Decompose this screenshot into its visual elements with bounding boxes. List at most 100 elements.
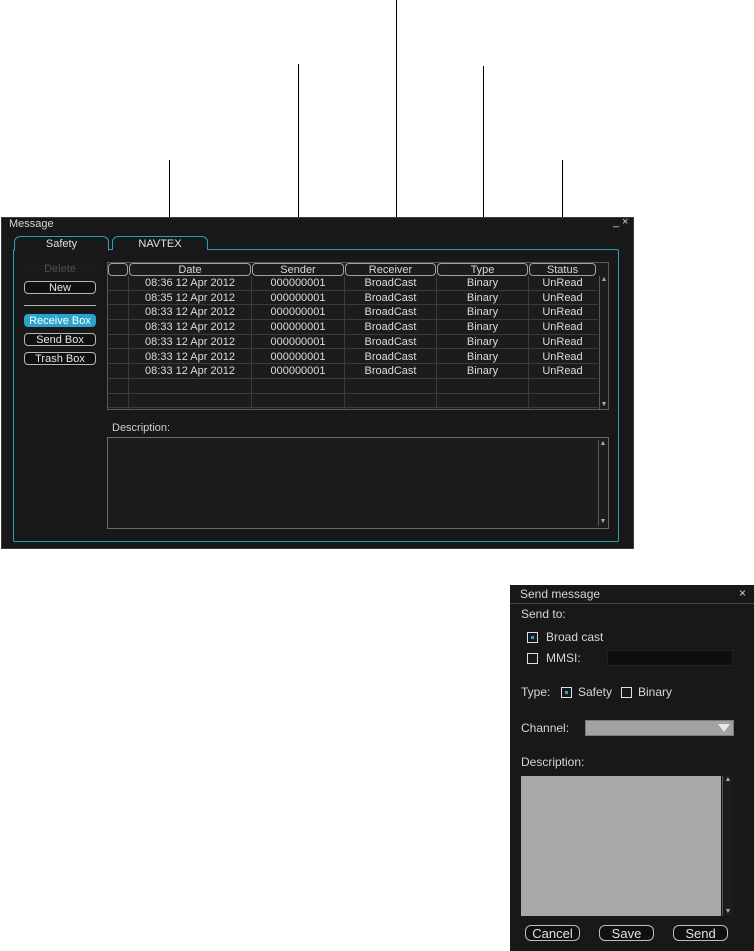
mmsi-checkbox[interactable] [527,653,538,664]
table-row[interactable]: 08:33 12 Apr 2012 000000001 BroadCast Binar… [108,320,598,335]
cell-date: 08:33 12 Apr 2012 [145,350,235,363]
safety-checkbox[interactable] [561,687,572,698]
description-label: Description: [112,422,171,434]
cell-date: 08:33 12 Apr 2012 [145,365,235,378]
message-table: Date Sender Receiver Type Status 08:36 1… [107,262,609,410]
cancel-button[interactable]: Cancel [525,925,580,941]
cell-date: 08:33 12 Apr 2012 [145,335,235,348]
cell-receiver: BroadCast [364,291,417,304]
scroll-down-icon[interactable]: ▼ [723,908,733,916]
cell-sender: 000000001 [270,306,326,319]
check-indicator-icon [531,636,534,639]
table-row[interactable] [108,394,598,409]
save-button[interactable]: Save [599,925,654,941]
cell-sender: 000000001 [270,365,326,378]
cell-type: Binary [466,335,499,348]
cell-receiver: BroadCast [364,306,417,319]
broadcast-label: Broad cast [546,630,604,644]
cell-receiver: BroadCast [364,321,417,334]
table-row[interactable]: 08:35 12 Apr 2012 000000001 BroadCast Binar… [108,291,598,306]
close-icon[interactable]: × [622,216,628,228]
scroll-down-icon[interactable]: ▼ [599,518,607,526]
cell-date: 08:35 12 Apr 2012 [145,291,235,304]
cell-status: UnRead [542,277,583,289]
delete-button[interactable]: Delete [24,262,96,275]
scroll-up-icon[interactable]: ▲ [600,276,608,284]
tab-navtex-label: NAVTEX [138,238,182,250]
safety-label: Safety [578,685,613,699]
close-icon[interactable]: × [739,586,746,600]
binary-label: Binary [638,685,673,699]
divider [24,305,96,306]
column-header-date[interactable]: Date [129,263,251,276]
cell-type: Binary [466,277,499,289]
type-label: Type: [521,685,551,699]
scroll-up-icon[interactable]: ▲ [723,776,733,784]
trash-box-button[interactable]: Trash Box [24,352,96,365]
table-row[interactable]: 08:33 12 Apr 2012 000000001 BroadCast Binar… [108,335,598,350]
cell-receiver: BroadCast [364,350,417,363]
column-header-status[interactable]: Status [529,263,596,276]
cell-status: UnRead [542,291,583,304]
tab-safety-label: Safety [45,238,78,250]
cell-sender: 000000001 [270,277,326,289]
cell-date: 08:33 12 Apr 2012 [145,321,235,334]
receive-box-button[interactable]: Receive Box [24,314,96,327]
send-to-label: Send to: [521,607,566,621]
window-title: Message [9,218,54,230]
description-label: Description: [521,755,585,769]
send-button[interactable]: Send [673,925,728,941]
cell-receiver: BroadCast [364,365,417,378]
table-row[interactable]: 08:33 12 Apr 2012 000000001 BroadCast Binar… [108,305,598,321]
send-message-dialog: Send message × Send to: Broad cast MMSI:… [510,585,754,951]
cell-sender: 000000001 [270,321,326,334]
send-box-button[interactable]: Send Box [24,333,96,346]
table-scrollbar[interactable]: ▲ ▼ [599,276,607,409]
scroll-up-icon[interactable]: ▲ [599,440,607,448]
channel-dropdown[interactable] [585,720,734,736]
column-header-type[interactable]: Type [437,263,528,276]
cell-date: 08:33 12 Apr 2012 [145,306,235,319]
description-scrollbar[interactable]: ▲ ▼ [598,440,606,526]
cell-status: UnRead [542,365,583,378]
cell-status: UnRead [542,335,583,348]
tab-navtex[interactable]: NAVTEX [112,236,208,250]
minimize-icon[interactable]: _ [613,216,619,228]
new-button[interactable]: New [24,281,96,294]
table-row[interactable]: 08:33 12 Apr 2012 000000001 BroadCast Binar… [108,364,598,379]
cell-status: UnRead [542,306,583,319]
cell-receiver: BroadCast [364,335,417,348]
tab-safety[interactable]: Safety [14,236,109,251]
channel-label: Channel: [521,721,570,735]
cell-sender: 000000001 [270,291,326,304]
broadcast-checkbox[interactable] [527,632,538,643]
table-row[interactable]: 08:36 12 Apr 2012 000000001 BroadCast Binar… [108,276,598,291]
table-row[interactable]: 08:33 12 Apr 2012 000000001 BroadCast Binar… [108,350,598,365]
message-window: Message _ × Safety NAVTEX Delete New Rec… [1,216,634,549]
cell-receiver: BroadCast [364,277,417,289]
cell-sender: 000000001 [270,350,326,363]
table-row[interactable] [108,379,598,394]
cell-type: Binary [466,291,499,304]
cell-type: Binary [466,365,499,378]
cell-type: Binary [466,306,499,319]
cell-date: 08:36 12 Apr 2012 [145,277,235,289]
cell-status: UnRead [542,321,583,334]
cell-sender: 000000001 [270,335,326,348]
binary-checkbox[interactable] [621,687,632,698]
column-header-receiver[interactable]: Receiver [345,263,436,276]
description-scrollbar[interactable]: ▲ ▼ [722,776,733,916]
cell-type: Binary [466,321,499,334]
mmsi-label: MMSI: [546,651,581,665]
column-header-sender[interactable]: Sender [252,263,344,276]
dialog-title: Send message [520,587,601,601]
description-textarea[interactable] [521,776,721,916]
mmsi-input[interactable] [607,650,733,666]
select-all-header[interactable] [108,263,128,276]
scroll-down-icon[interactable]: ▼ [600,401,608,409]
cell-status: UnRead [542,350,583,363]
check-indicator-icon [565,691,568,694]
cell-type: Binary [466,350,499,363]
chevron-down-icon[interactable] [718,724,730,732]
description-box[interactable]: ▲ ▼ [107,437,609,529]
